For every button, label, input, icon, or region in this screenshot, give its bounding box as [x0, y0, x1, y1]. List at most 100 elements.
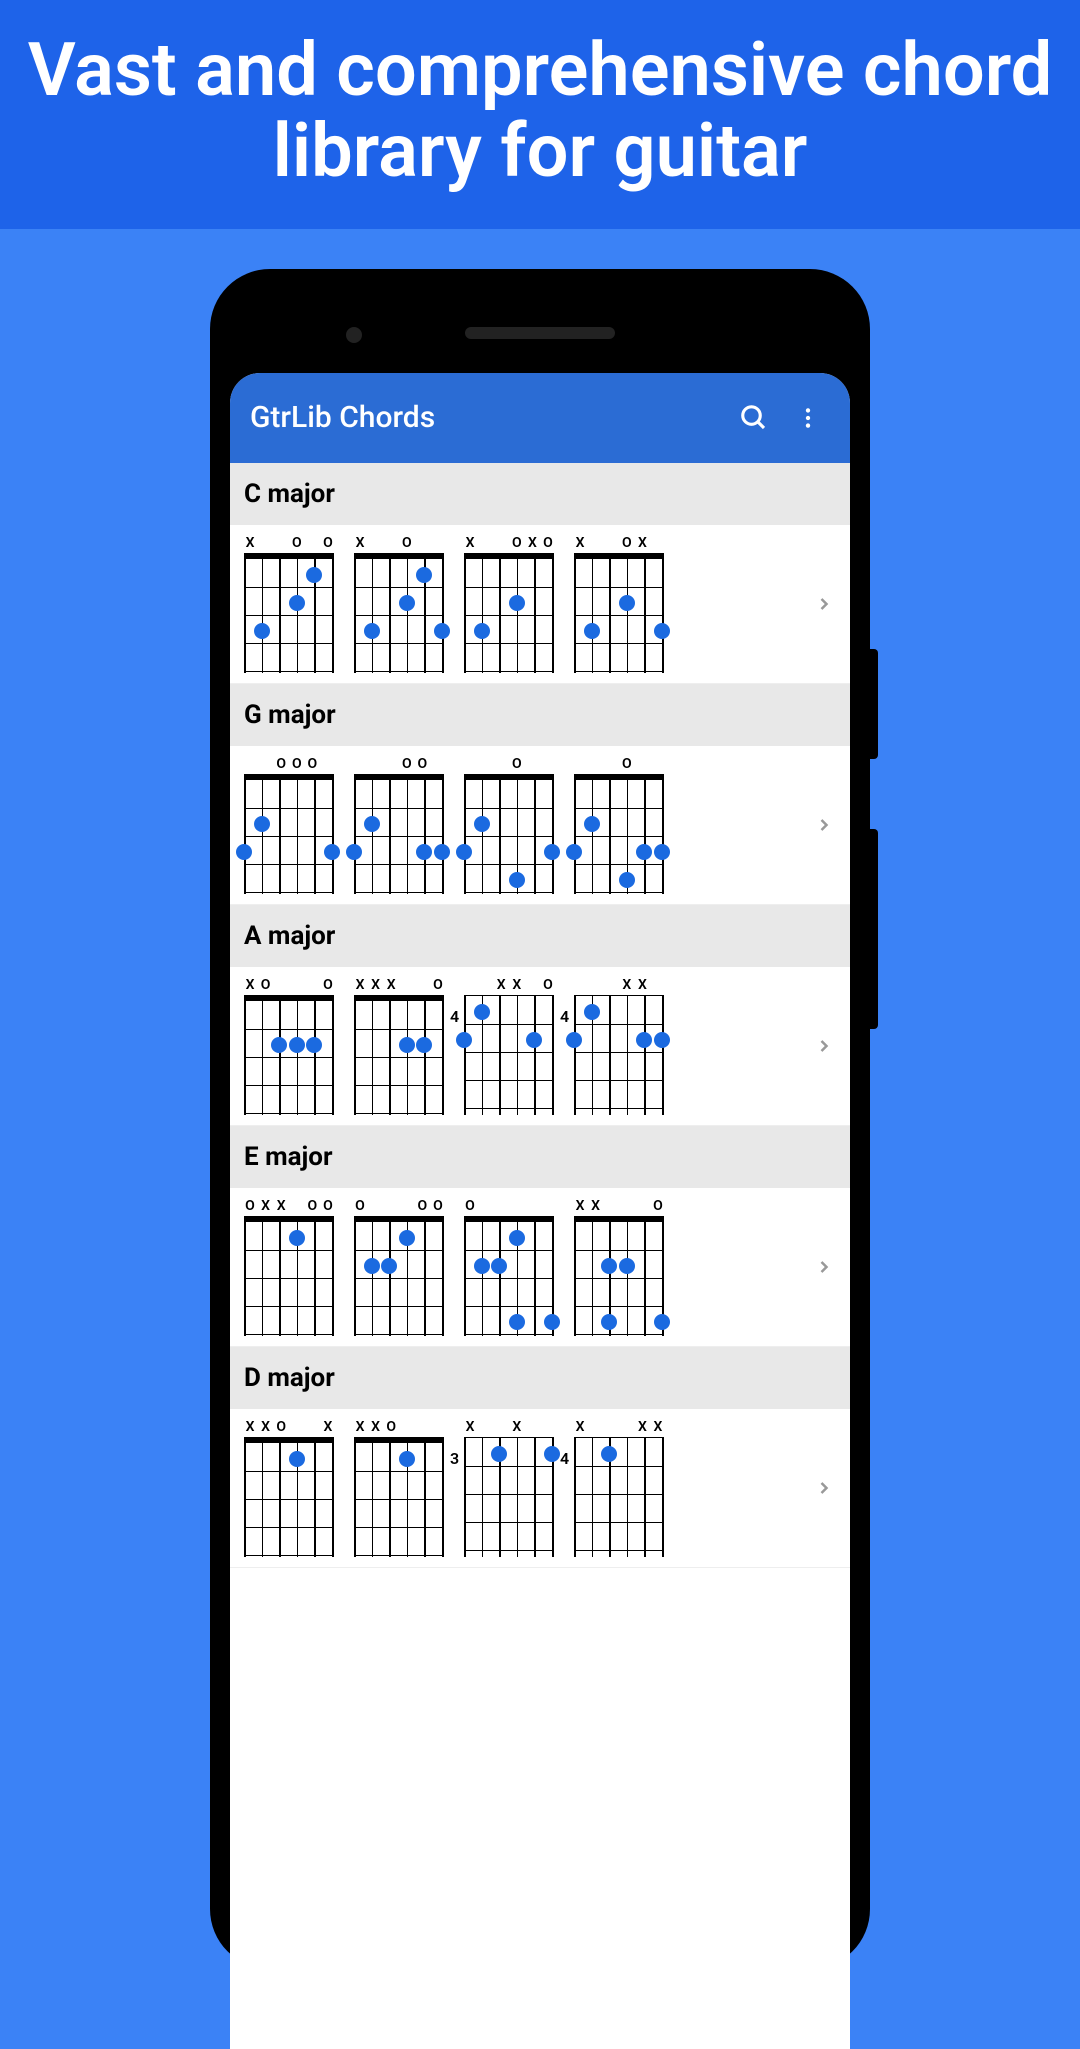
finger-dot: [434, 623, 450, 639]
more-icon[interactable]: [786, 396, 830, 440]
chord-row[interactable]: OOOOOOO: [230, 746, 850, 905]
finger-dot: [544, 1446, 560, 1462]
finger-dot: [324, 844, 340, 860]
finger-dot: [619, 595, 635, 611]
chord-diagram[interactable]: XXO: [574, 1198, 664, 1336]
string-markers: O: [464, 1198, 554, 1214]
chord-diagram[interactable]: XOXO: [464, 535, 554, 673]
chevron-right-icon[interactable]: [804, 1468, 844, 1508]
fret-position-label: 4: [560, 1007, 569, 1026]
finger-dot: [399, 1037, 415, 1053]
finger-dot: [474, 1258, 490, 1274]
chevron-right-icon[interactable]: [804, 1247, 844, 1287]
finger-dot: [509, 1314, 525, 1330]
chord-diagram[interactable]: OOO: [354, 1198, 444, 1336]
chord-row[interactable]: OXXOOOOOOXXO: [230, 1188, 850, 1347]
finger-dot: [399, 1230, 415, 1246]
finger-dot: [289, 1230, 305, 1246]
finger-dot: [509, 872, 525, 888]
section-header: D major: [230, 1347, 850, 1409]
finger-dot: [364, 623, 380, 639]
finger-dot: [416, 567, 432, 583]
fretboard: [574, 995, 664, 1115]
finger-dot: [544, 844, 560, 860]
chord-list[interactable]: C majorXOOXOXOXOXOXG majorOOOOOOOA major…: [230, 463, 850, 2049]
fretboard: [464, 1216, 554, 1336]
finger-dot: [509, 1230, 525, 1246]
finger-dot: [509, 595, 525, 611]
search-icon[interactable]: [732, 396, 776, 440]
string-markers: OXXOO: [244, 1198, 334, 1214]
finger-dot: [566, 844, 582, 860]
phone-frame: GtrLib Chords C majorXOOXOXOXOXOXG major…: [0, 269, 1080, 1969]
finger-dot: [236, 844, 252, 860]
string-markers: XOXO: [464, 535, 554, 551]
chord-diagram[interactable]: XX4: [574, 977, 664, 1115]
chord-diagram[interactable]: XXX4: [574, 1419, 664, 1557]
string-markers: XXO: [574, 1198, 664, 1214]
chevron-right-icon[interactable]: [804, 584, 844, 624]
finger-dot: [289, 595, 305, 611]
finger-dot: [619, 1258, 635, 1274]
chord-diagram[interactable]: O: [464, 1198, 554, 1336]
finger-dot: [381, 1258, 397, 1274]
string-markers: OOO: [244, 756, 334, 772]
string-markers: XXX: [574, 1419, 664, 1435]
fretboard: [574, 1216, 664, 1336]
finger-dot: [474, 623, 490, 639]
chord-diagram[interactable]: OOO: [244, 756, 334, 894]
chord-diagram[interactable]: XXXO: [354, 977, 444, 1115]
fretboard: [354, 995, 444, 1115]
fret-position-label: 3: [450, 1449, 459, 1468]
chord-row[interactable]: XOOXOXOXOXOX: [230, 525, 850, 684]
finger-dot: [636, 1032, 652, 1048]
chevron-right-icon[interactable]: [804, 1026, 844, 1066]
finger-dot: [254, 816, 270, 832]
string-markers: O: [574, 756, 664, 772]
section-header: G major: [230, 684, 850, 746]
chord-diagram[interactable]: XX3: [464, 1419, 554, 1557]
finger-dot: [526, 1032, 542, 1048]
fretboard: [354, 553, 444, 673]
fret-position-label: 4: [450, 1007, 459, 1026]
finger-dot: [364, 816, 380, 832]
string-markers: XXO: [464, 977, 554, 993]
finger-dot: [584, 623, 600, 639]
string-markers: XXOX: [244, 1419, 334, 1435]
chord-diagram[interactable]: XOO: [244, 977, 334, 1115]
finger-dot: [456, 844, 472, 860]
fretboard: [244, 553, 334, 673]
section-header: E major: [230, 1126, 850, 1188]
finger-dot: [584, 1004, 600, 1020]
finger-dot: [584, 816, 600, 832]
fretboard: [244, 1437, 334, 1557]
chord-diagram[interactable]: OXXOO: [244, 1198, 334, 1336]
chevron-right-icon[interactable]: [804, 805, 844, 845]
finger-dot: [566, 1032, 582, 1048]
chord-row[interactable]: XXOX XXOXX3XXX4: [230, 1409, 850, 1568]
finger-dot: [271, 1037, 287, 1053]
fretboard: [354, 1437, 444, 1557]
finger-dot: [346, 844, 362, 860]
finger-dot: [289, 1451, 305, 1467]
chord-diagram[interactable]: O: [574, 756, 664, 894]
appbar: GtrLib Chords: [230, 373, 850, 463]
chord-diagram[interactable]: XXO: [354, 1419, 444, 1557]
chord-row[interactable]: XOOXXXOXXO4XX4: [230, 967, 850, 1126]
finger-dot: [306, 567, 322, 583]
chord-diagram[interactable]: XO: [354, 535, 444, 673]
fretboard: [354, 774, 444, 894]
chord-diagram[interactable]: XOO: [244, 535, 334, 673]
fretboard: [244, 995, 334, 1115]
chord-diagram[interactable]: OO: [354, 756, 444, 894]
finger-dot: [491, 1258, 507, 1274]
finger-dot: [399, 1451, 415, 1467]
finger-dot: [601, 1258, 617, 1274]
finger-dot: [654, 1314, 670, 1330]
string-markers: XXXO: [354, 977, 444, 993]
fretboard: [574, 1437, 664, 1557]
chord-diagram[interactable]: XXO4: [464, 977, 554, 1115]
chord-diagram[interactable]: XOX: [574, 535, 664, 673]
chord-diagram[interactable]: XXOX: [244, 1419, 334, 1557]
chord-diagram[interactable]: O: [464, 756, 554, 894]
